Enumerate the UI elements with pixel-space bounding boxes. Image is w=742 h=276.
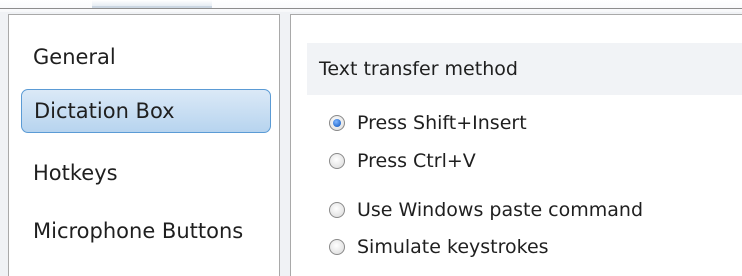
sidebar-item-dictation-box[interactable]: Dictation Box <box>21 89 271 133</box>
radio-button[interactable] <box>329 202 345 218</box>
settings-window: General Dictation Box Hotkeys Microphone… <box>0 0 742 276</box>
settings-sidebar: General Dictation Box Hotkeys Microphone… <box>8 14 280 276</box>
radio-button-checked[interactable] <box>329 115 345 131</box>
sidebar-item-label: Microphone Buttons <box>33 219 244 243</box>
sidebar-item-hotkeys[interactable]: Hotkeys <box>21 151 271 195</box>
sidebar-item-label: Dictation Box <box>34 99 175 123</box>
settings-content-panel: Text transfer method Press Shift+Insert … <box>290 14 742 276</box>
group-title: Text transfer method <box>319 58 518 80</box>
radio-label: Press Shift+Insert <box>357 112 527 134</box>
group-header: Text transfer method <box>307 43 742 95</box>
tab-edge <box>92 0 212 8</box>
sidebar-item-label: Hotkeys <box>33 161 118 185</box>
radio-label: Press Ctrl+V <box>357 150 476 172</box>
radio-label: Use Windows paste command <box>357 199 644 221</box>
radio-option-press-shift-insert[interactable]: Press Shift+Insert <box>329 109 527 137</box>
sidebar-item-microphone-buttons[interactable]: Microphone Buttons <box>21 209 271 253</box>
top-divider <box>0 8 742 9</box>
sidebar-item-label: General <box>33 45 116 69</box>
radio-button[interactable] <box>329 153 345 169</box>
radio-label: Simulate keystrokes <box>357 236 549 258</box>
radio-button[interactable] <box>329 239 345 255</box>
radio-option-simulate-keystrokes[interactable]: Simulate keystrokes <box>329 233 549 261</box>
radio-option-windows-paste-command[interactable]: Use Windows paste command <box>329 196 643 224</box>
radio-option-press-ctrl-v[interactable]: Press Ctrl+V <box>329 147 476 175</box>
sidebar-item-general[interactable]: General <box>21 35 271 79</box>
